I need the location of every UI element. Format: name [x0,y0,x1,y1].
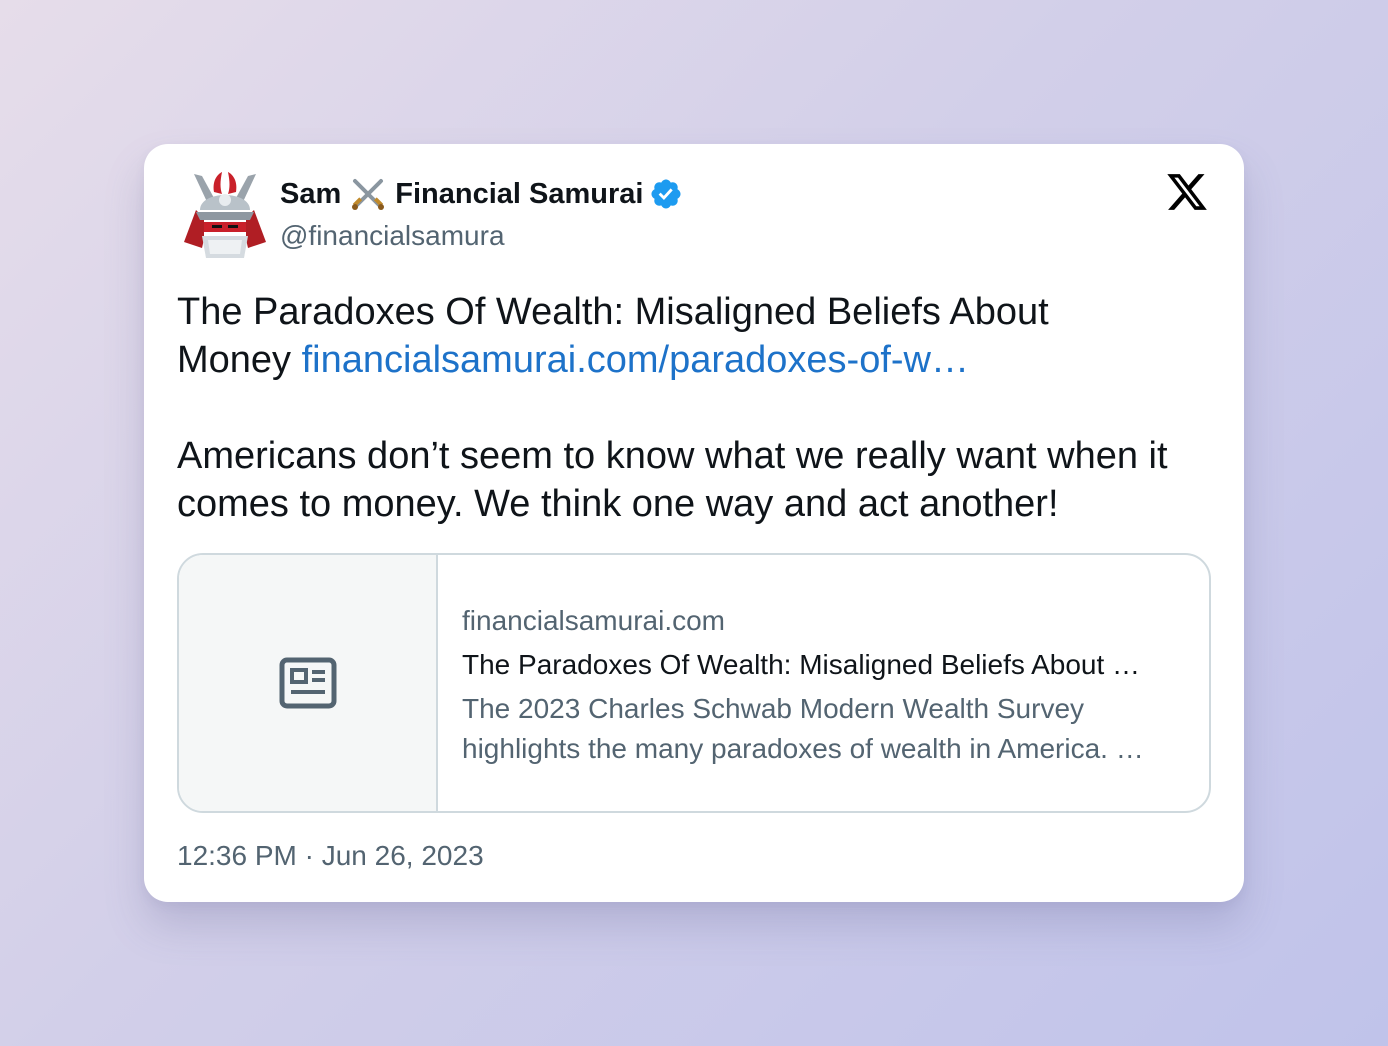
tweet-line-1: The Paradoxes Of Wealth: Misaligned Beli… [177,291,1049,333]
newspaper-icon [279,657,336,709]
tweet-line-2: Money financialsamurai.com/paradoxes-of-… [177,336,1217,384]
author-name-row[interactable]: Sam Financial Samurai [280,174,683,214]
tweet-body: The Paradoxes Of Wealth: Misaligned Beli… [177,288,1217,528]
tweet-paragraph-2: Americans don’t seem to know what we rea… [177,435,1168,525]
link-preview-thumbnail [179,555,438,811]
link-preview-domain: financialsamurai.com [462,605,725,636]
link-preview-description: The 2023 Charles Schwab Modern Wealth Su… [462,689,1202,769]
link-preview-description-line-1: The 2023 Charles Schwab Modern Wealth Su… [462,693,1085,724]
tweet-timestamp[interactable]: 12:36 PM · Jun 26, 2023 [177,840,484,872]
link-preview-description-line-2: highlights the many paradoxes of wealth … [462,733,1144,764]
verified-badge-icon [651,179,681,209]
author-name-first[interactable]: Sam [280,178,341,211]
x-logo-icon[interactable] [1164,170,1210,214]
link-preview-info: financialsamurai.com The Paradoxes Of We… [438,555,1202,811]
link-preview-card[interactable]: financialsamurai.com The Paradoxes Of We… [177,553,1211,813]
tweet-line-2-prefix: Money [177,339,292,381]
tweet-card: Sam Financial Samurai @financialsamura T… [144,144,1244,902]
tweet-article-link[interactable]: financialsamurai.com/paradoxes-of-w… [302,339,969,381]
link-preview-title: The Paradoxes Of Wealth: Misaligned Beli… [462,649,1141,680]
author-name-last[interactable]: Financial Samurai [395,178,643,211]
crossed-swords-icon [352,179,385,210]
samurai-helmet-avatar[interactable] [178,170,272,264]
author-handle[interactable]: @financialsamura [280,220,505,252]
